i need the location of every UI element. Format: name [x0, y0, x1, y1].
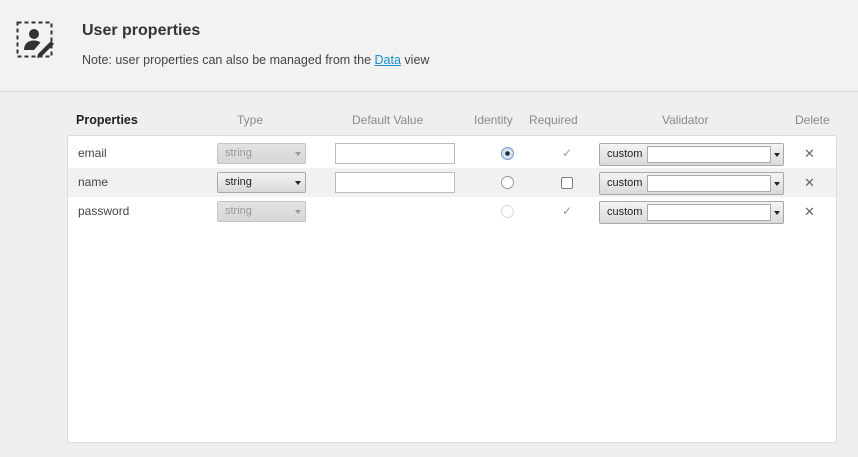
identity-radio[interactable] — [501, 176, 514, 189]
type-select-value: string — [225, 176, 252, 188]
note-text-prefix: Note: user properties can also be manage… — [82, 53, 375, 67]
validator-input[interactable] — [647, 204, 771, 221]
chevron-down-icon — [774, 153, 780, 157]
validator-select-value: custom — [607, 206, 643, 218]
header-note: Note: user properties can also be manage… — [82, 53, 429, 67]
close-icon[interactable]: ✕ — [804, 139, 815, 168]
column-header-validator: Validator — [662, 113, 709, 127]
default-value-input[interactable] — [335, 172, 455, 193]
page-title: User properties — [82, 22, 201, 39]
identity-radio[interactable] — [501, 147, 514, 160]
default-value-input[interactable] — [335, 143, 455, 164]
chevron-down-icon — [295, 210, 301, 214]
column-header-type: Type — [237, 113, 264, 127]
chevron-down-icon — [774, 182, 780, 186]
validator-select[interactable]: custom — [599, 201, 784, 224]
column-header-properties: Properties — [76, 113, 138, 127]
validator-select-value: custom — [607, 148, 643, 160]
type-select-value: string — [225, 147, 252, 159]
column-header-identity: Identity — [474, 113, 513, 127]
column-header-delete: Delete — [795, 113, 830, 127]
column-header-default-value: Default Value — [352, 113, 424, 127]
edit-user-icon — [16, 21, 54, 59]
validator-select[interactable]: custom — [599, 143, 784, 166]
table-row: email string ✓ custom ✕ — [68, 139, 836, 168]
required-checkbox[interactable]: ✓ — [561, 147, 573, 160]
validator-input[interactable] — [647, 175, 771, 192]
type-select-value: string — [225, 205, 252, 217]
properties-panel: email string ✓ custom ✕ name string cust… — [67, 135, 837, 443]
validator-input[interactable] — [647, 146, 771, 163]
column-header-required: Required — [529, 113, 578, 127]
chevron-down-icon — [295, 181, 301, 185]
type-select[interactable]: string — [217, 172, 306, 193]
required-checkbox[interactable]: ✓ — [561, 205, 573, 218]
validator-select-value: custom — [607, 177, 643, 189]
required-checkbox[interactable] — [561, 177, 573, 189]
close-icon[interactable]: ✕ — [804, 197, 815, 226]
type-select[interactable]: string — [217, 143, 306, 164]
property-name: password — [78, 204, 130, 218]
note-text-suffix: view — [400, 53, 430, 67]
validator-select[interactable]: custom — [599, 172, 784, 195]
type-select[interactable]: string — [217, 201, 306, 222]
data-view-link[interactable]: Data — [375, 53, 401, 67]
page-header: User properties Note: user properties ca… — [0, 0, 858, 92]
property-name: name — [78, 175, 109, 189]
chevron-down-icon — [295, 152, 301, 156]
chevron-down-icon — [774, 211, 780, 215]
close-icon[interactable]: ✕ — [804, 168, 815, 197]
table-row: password string ✓ custom ✕ — [68, 197, 836, 226]
identity-radio[interactable] — [501, 205, 514, 218]
table-row: name string custom ✕ — [68, 168, 836, 197]
property-name: email — [78, 146, 107, 160]
